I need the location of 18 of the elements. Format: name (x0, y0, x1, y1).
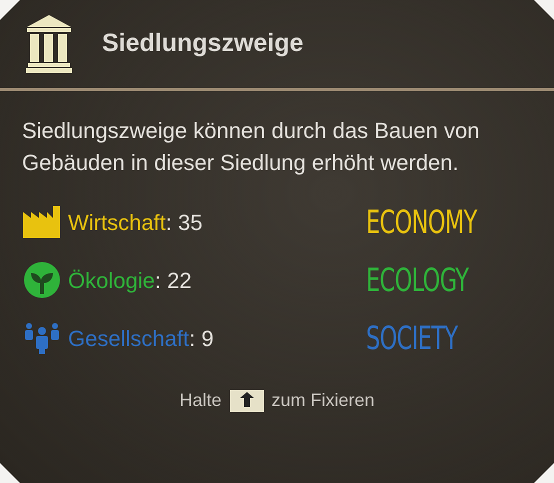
hint-text: Halte (179, 389, 222, 412)
branch-tag: ECONOMY (366, 198, 476, 246)
branch-value: : 35 (166, 208, 203, 236)
description-text: Siedlungszweige können durch das Bauen von Gebäuden in dieser Siedlung erhöht werden. (22, 117, 480, 177)
sprout-icon (23, 261, 61, 299)
factory-icon (23, 206, 61, 238)
branch-label: Wirtschaft (68, 208, 166, 236)
branch-tag: ECOLOGY (366, 256, 476, 304)
panel-title: Siedlungszweige (102, 28, 304, 60)
people-icon (24, 322, 60, 354)
branch-label: Ökologie (68, 266, 155, 295)
branch-value: : 22 (154, 266, 192, 294)
branch-label: Gesellschaft (68, 324, 190, 352)
branch-value: : 9 (189, 324, 214, 352)
temple-icon (26, 15, 72, 73)
branch-tag: SOCIETY (366, 314, 476, 362)
hint-text: zum Fixieren (272, 389, 375, 412)
shift-key-icon (230, 390, 264, 412)
